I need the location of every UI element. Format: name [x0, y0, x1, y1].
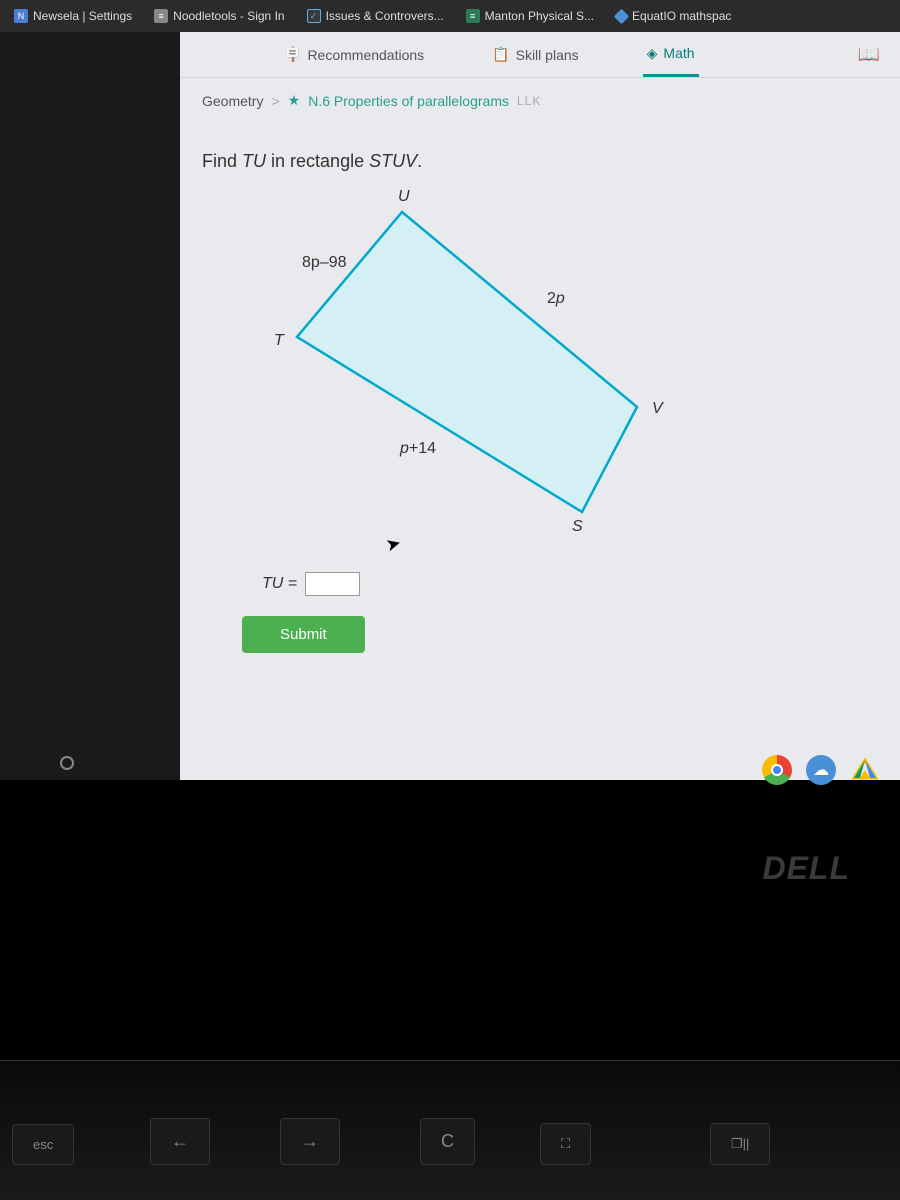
rectangle-svg: [232, 182, 692, 562]
key-refresh[interactable]: C: [420, 1118, 475, 1165]
tab-label: Issues & Controvers...: [326, 9, 444, 23]
star-icon: ★: [288, 92, 301, 109]
tab-label: EquatIO mathspac: [632, 9, 731, 23]
favicon-equatio: [614, 8, 630, 24]
favicon-noodletools: ≡: [154, 9, 168, 23]
side-UV: 2p: [547, 290, 565, 308]
browser-tab-strip: N Newsela | Settings ≡ Noodletools - Sig…: [0, 0, 900, 32]
favicon-issues: ✓: [307, 9, 321, 23]
chrome-icon[interactable]: [762, 755, 792, 785]
cloud-app-icon[interactable]: ☁: [806, 755, 836, 785]
key-esc[interactable]: esc: [12, 1124, 74, 1165]
tab-noodletools[interactable]: ≡ Noodletools - Sign In: [148, 5, 290, 27]
compass-icon: ◈: [647, 45, 658, 62]
nav-label: Skill plans: [516, 47, 579, 63]
nav-skill-plans[interactable]: 📋 Skill plans: [488, 32, 582, 77]
signpost-icon: 🪧: [284, 46, 301, 63]
nav-label: Recommendations: [307, 47, 424, 63]
breadcrumb-skill[interactable]: N.6 Properties of parallelograms: [308, 93, 509, 109]
screen-area: N Newsela | Settings ≡ Noodletools - Sig…: [0, 0, 900, 780]
q-middle: in rectangle: [266, 151, 369, 171]
q-shape: STUV: [369, 151, 417, 171]
answer-input[interactable]: [305, 572, 360, 596]
vertex-V: V: [652, 400, 663, 418]
book-icon[interactable]: 📖: [858, 44, 880, 65]
nav-label: Math: [663, 45, 694, 61]
favicon-newsela: N: [14, 9, 28, 23]
q-segment: TU: [242, 151, 266, 171]
page-content: 🪧 Recommendations 📋 Skill plans ◈ Math 📖…: [180, 32, 900, 780]
question-area: Find TU in rectangle STUV. U T V S 8p–98…: [180, 123, 900, 663]
tab-newsela[interactable]: N Newsela | Settings: [8, 5, 138, 27]
key-overview[interactable]: ❐||: [710, 1123, 770, 1165]
drive-icon[interactable]: [850, 755, 880, 785]
tab-issues[interactable]: ✓ Issues & Controvers...: [301, 5, 450, 27]
favicon-manton: ≡: [466, 9, 480, 23]
breadcrumb-subject[interactable]: Geometry: [202, 93, 263, 109]
side-TS: p+14: [400, 440, 436, 458]
tab-label: Noodletools - Sign In: [173, 9, 284, 23]
tab-label: Newsela | Settings: [33, 9, 132, 23]
answer-row: TU =: [262, 572, 878, 596]
side-TU: 8p–98: [302, 254, 347, 272]
tab-manton[interactable]: ≡ Manton Physical S...: [460, 5, 600, 27]
tab-equatio[interactable]: EquatIO mathspac: [610, 5, 737, 27]
q-prefix: Find: [202, 151, 242, 171]
key-fullscreen[interactable]: ⛶: [540, 1123, 591, 1165]
rectangle-diagram: U T V S 8p–98 2p p+14: [232, 182, 692, 562]
question-text: Find TU in rectangle STUV.: [202, 151, 878, 172]
breadcrumb: Geometry > ★ N.6 Properties of parallelo…: [180, 78, 900, 123]
answer-label: TU =: [262, 575, 297, 593]
nav-math[interactable]: ◈ Math: [643, 32, 699, 77]
dell-logo: DELL: [762, 850, 850, 887]
site-nav: 🪧 Recommendations 📋 Skill plans ◈ Math 📖: [180, 32, 900, 78]
q-suffix: .: [417, 151, 422, 171]
tab-label: Manton Physical S...: [485, 9, 594, 23]
left-dark-area: [0, 32, 180, 780]
breadcrumb-level: LLK: [517, 94, 541, 108]
keyboard: esc ← → C ⛶ ❐||: [0, 1060, 900, 1200]
breadcrumb-separator: >: [271, 93, 279, 109]
shelf-launcher-icon[interactable]: [60, 756, 74, 770]
submit-button[interactable]: Submit: [242, 616, 365, 653]
vertex-U: U: [398, 188, 410, 206]
vertex-T: T: [274, 332, 284, 350]
key-forward[interactable]: →: [280, 1118, 340, 1165]
clipboard-icon: 📋: [492, 46, 509, 63]
vertex-S: S: [572, 518, 583, 536]
key-back[interactable]: ←: [150, 1118, 210, 1165]
nav-recommendations[interactable]: 🪧 Recommendations: [280, 32, 428, 77]
shelf-icons: ☁: [762, 755, 880, 785]
